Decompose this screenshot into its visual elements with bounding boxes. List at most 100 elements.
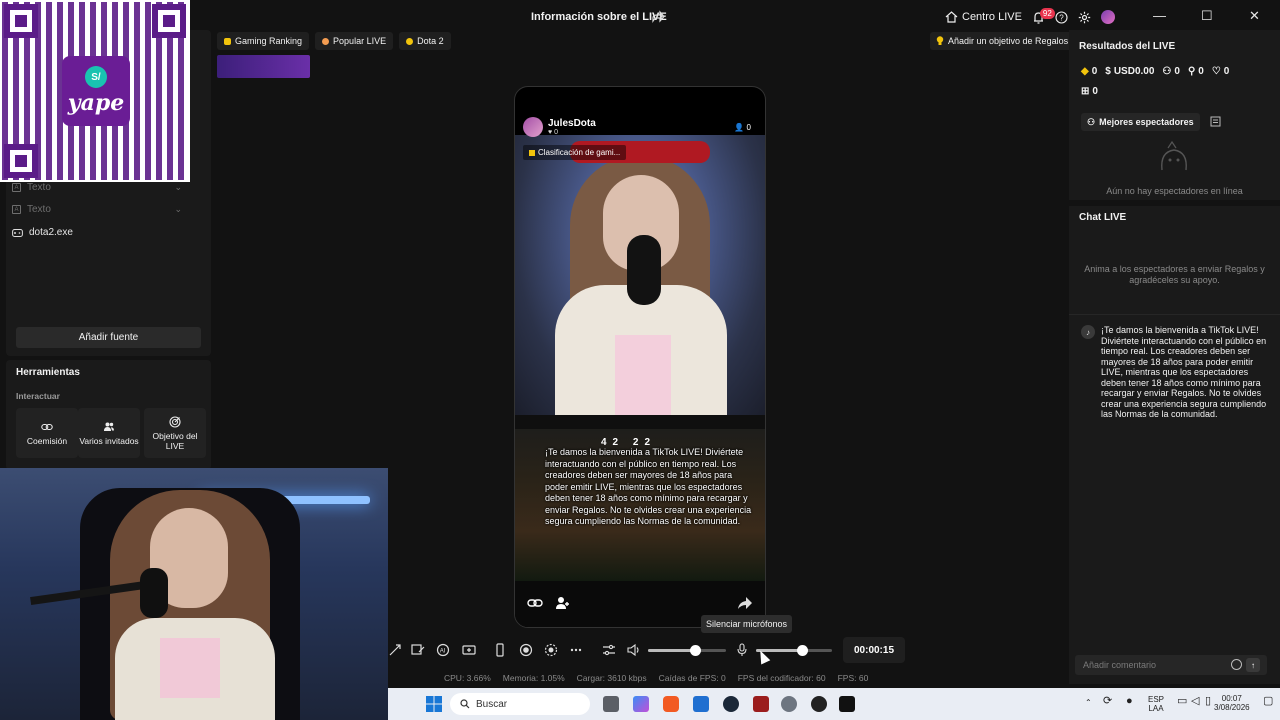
dollar-icon: $ (1105, 66, 1111, 77)
preview-camera (515, 135, 765, 415)
search-icon (460, 699, 470, 709)
streamer-shirt (160, 638, 220, 698)
list-icon[interactable] (1210, 116, 1221, 127)
microphone-icon[interactable] (735, 643, 749, 657)
source-label: Texto (27, 204, 51, 215)
help-icon: ? (1055, 10, 1068, 24)
windows-start-icon[interactable] (426, 696, 442, 712)
close-button[interactable]: ✕ (1249, 8, 1260, 24)
category-chips: Gaming Ranking Popular LIVE Dota 2 (217, 32, 451, 50)
ai-icon[interactable]: AI (436, 643, 450, 657)
mic-slider[interactable] (756, 649, 832, 652)
objetivo-live-button[interactable]: Objetivo del LIVE (144, 408, 206, 458)
add-gift-goal-button[interactable]: Añadir un objetivo de Regalos (930, 32, 1075, 50)
minimize-button[interactable]: — (1153, 8, 1166, 23)
store-icon[interactable] (693, 696, 709, 712)
network-icon[interactable]: ▭ (1177, 696, 1187, 707)
chip-dota2[interactable]: Dota 2 (399, 32, 451, 50)
lightbulb-icon (936, 36, 944, 45)
tiktok-live-icon[interactable] (839, 696, 855, 712)
chip-label: Gaming Ranking (235, 36, 303, 46)
tray-chevron-icon[interactable]: ⌃ (1085, 698, 1092, 707)
chip-label: Popular LIVE (333, 36, 387, 46)
fps-stat: FPS: 60 (837, 673, 869, 683)
copilot-icon[interactable] (633, 696, 649, 712)
notifications-button[interactable]: 92 (1032, 7, 1055, 24)
encoder-fps-stat: FPS del codificador: 60 (737, 673, 826, 683)
send-button[interactable]: ↑ (1246, 658, 1260, 672)
promo-banner[interactable] (217, 55, 310, 78)
help-button[interactable]: ? (1055, 10, 1068, 24)
heart-icon: ♡ (1211, 66, 1221, 77)
viewer-count: 👤 0 (734, 123, 751, 132)
tools-title: Herramientas (16, 367, 80, 378)
source-row-text-2[interactable]: A Texto ⌄ (12, 204, 182, 215)
chip-label: Dota 2 (417, 36, 444, 46)
clip-icon[interactable] (544, 643, 558, 657)
link-icon[interactable] (527, 595, 543, 611)
battery-icon[interactable]: ▯ (1205, 696, 1211, 707)
source-row-game[interactable]: dota2.exe (12, 227, 182, 238)
ranking-tag[interactable]: Clasificación de gami... (523, 145, 627, 160)
streamer-name: JulesDota (548, 118, 596, 129)
mic-knob[interactable] (796, 645, 808, 656)
task-view-icon[interactable] (603, 696, 619, 712)
mixer-icon[interactable] (602, 643, 616, 657)
trophy-icon (529, 149, 535, 156)
chip-popular-live[interactable]: Popular LIVE (315, 32, 394, 50)
welcome-overlay-text: ¡Te damos la bienvenida a TikTok LIVE! D… (545, 447, 752, 526)
volume-tray-icon[interactable]: ◁ (1191, 696, 1199, 707)
obs-icon[interactable] (811, 696, 827, 712)
centro-live-button[interactable]: Centro LIVE (945, 11, 1022, 23)
svg-text:?: ? (1059, 13, 1064, 22)
system-message: ♪ ¡Te damos la bienvenida a TikTok LIVE!… (1081, 325, 1271, 420)
tools-section-label: Interactuar (16, 391, 60, 401)
add-source-button[interactable]: Añadir fuente (16, 327, 201, 348)
notification-badge: 92 (1039, 7, 1055, 19)
speaker-icon[interactable] (627, 643, 641, 657)
phone-icon[interactable] (493, 643, 507, 657)
share-icon[interactable] (737, 595, 753, 611)
scene-edit-icon[interactable] (411, 643, 425, 657)
settings-app-icon[interactable] (781, 696, 797, 712)
source-row-text-1[interactable]: A Texto ⌄ (12, 182, 182, 193)
best-viewers-button[interactable]: ⚇ Mejores espectadores (1081, 113, 1200, 131)
clock[interactable]: 00:07 3/08/2026 (1214, 694, 1250, 712)
taskbar-search[interactable]: Buscar (450, 693, 590, 715)
settings-button[interactable] (1078, 11, 1091, 24)
target-icon (169, 415, 181, 428)
steam-icon[interactable] (723, 696, 739, 712)
chevron-down-icon[interactable]: ⌄ (174, 182, 182, 193)
heart-icon (322, 37, 330, 45)
varios-invitados-button[interactable]: Varios invitados (78, 408, 140, 458)
transition-icon[interactable] (388, 643, 402, 657)
record-icon[interactable] (519, 643, 533, 657)
more-icon[interactable] (569, 643, 583, 657)
dota2-icon[interactable] (753, 696, 769, 712)
profile-avatar[interactable] (1100, 10, 1115, 24)
goal-label: Añadir un objetivo de Regalos (948, 36, 1069, 46)
emoji-icon[interactable] (1231, 659, 1242, 670)
source-label: Texto (27, 182, 51, 193)
mic-tray-icon[interactable]: ● (1126, 696, 1133, 707)
sync-icon[interactable]: ⟳ (1103, 696, 1112, 707)
chip-gaming-ranking[interactable]: Gaming Ranking (217, 32, 310, 50)
users-icon[interactable] (555, 595, 571, 611)
trophy-icon (224, 37, 231, 45)
share-icon[interactable] (651, 10, 665, 24)
chevron-down-icon[interactable]: ⌄ (174, 204, 182, 215)
add-scene-icon[interactable] (462, 643, 476, 657)
gear-icon (1078, 11, 1091, 23)
brave-icon[interactable] (663, 696, 679, 712)
live-timer: 00:00:15 (843, 637, 905, 663)
chat-divider (1069, 314, 1280, 315)
no-viewers-text: Aún no hay espectadores en línea (1106, 186, 1243, 196)
language-indicator[interactable]: ESP LAA (1148, 695, 1164, 713)
coemision-button[interactable]: Coemisión (16, 408, 78, 458)
system-message-text: ¡Te damos la bienvenida a TikTok LIVE! D… (1101, 325, 1267, 419)
volume-knob[interactable] (689, 645, 701, 656)
yape-wordmark: yape (67, 90, 125, 116)
notification-center-icon[interactable]: ▢ (1263, 696, 1273, 707)
volume-slider[interactable] (648, 649, 726, 652)
maximize-button[interactable]: ☐ (1201, 8, 1213, 24)
